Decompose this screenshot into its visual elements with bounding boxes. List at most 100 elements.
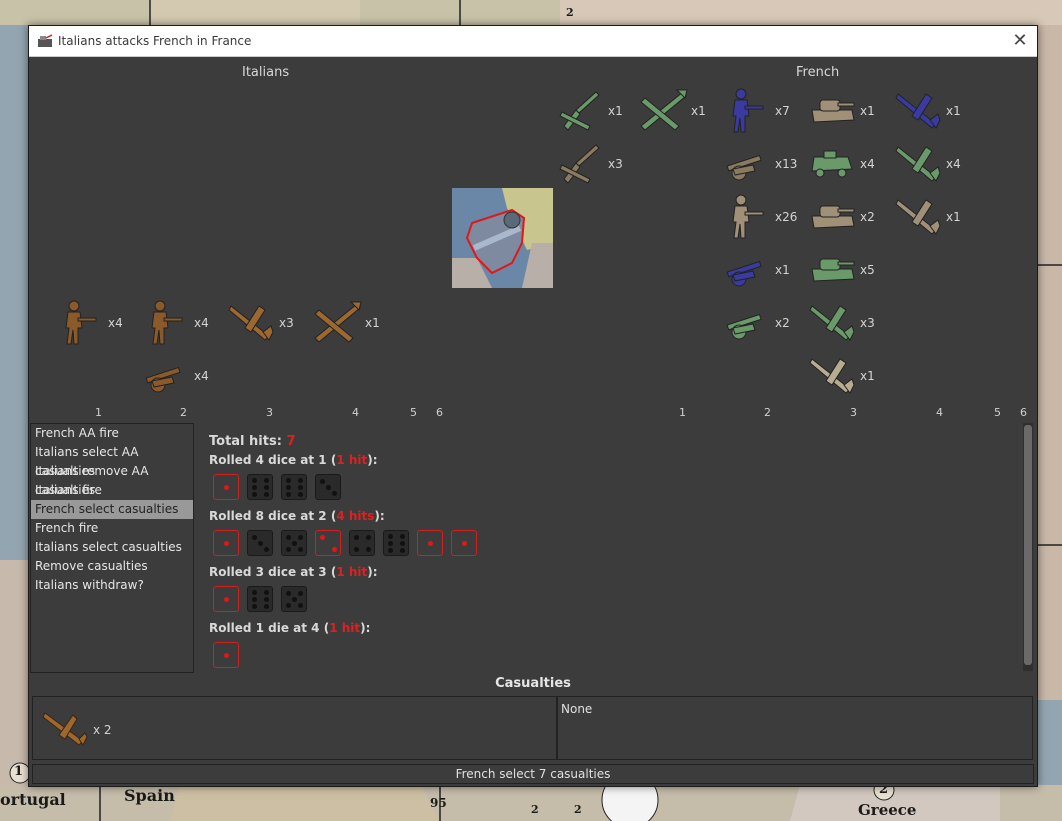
defender_units-unit: x1: [808, 351, 898, 401]
defender-casualties: None: [557, 696, 1033, 760]
die-pip: [252, 535, 257, 540]
unit-count: x1: [608, 104, 623, 118]
die-pip: [264, 485, 269, 490]
die-pip: [298, 492, 303, 497]
die-pip: [366, 535, 371, 540]
die-pip: [428, 541, 433, 546]
battle-steps-list[interactable]: French AA fire Italians select AA casualt…: [30, 423, 194, 673]
unit-count: x1: [946, 210, 961, 224]
die-pip: [286, 485, 291, 490]
step-item[interactable]: French AA fire: [31, 424, 193, 443]
die-pip: [224, 485, 229, 490]
unit-count: x5: [860, 263, 875, 277]
die-pip: [286, 478, 291, 483]
attacker-column-number: 6: [436, 406, 443, 419]
roll-prefix: Rolled 3 dice at 3 (: [209, 565, 337, 579]
die-miss: [281, 586, 307, 612]
artillery-icon: [726, 260, 762, 287]
italian-artillery-icon: [145, 366, 181, 393]
scroll-thumb[interactable]: [1024, 425, 1032, 665]
unit-count: x4: [194, 316, 209, 330]
map-label-spain-3: 2: [574, 803, 582, 816]
attacker-column-number: 4: [352, 406, 359, 419]
die-pip: [400, 534, 405, 539]
attacker_units-unit: x3: [227, 298, 317, 348]
italian-bomber-icon: [314, 301, 362, 343]
defender_units-unit: x1: [894, 192, 984, 242]
italian-infantry-icon: [65, 300, 97, 345]
fighter-icon: [895, 93, 941, 129]
die-miss: [247, 474, 273, 500]
map-label-portugal: ortugal: [0, 790, 66, 809]
roll-prefix: Rolled 1 die at 4 (: [209, 621, 330, 635]
die-pip: [292, 541, 297, 546]
defender_units-unit: x2: [808, 192, 898, 242]
step-item[interactable]: French select casualties: [31, 500, 193, 519]
defender_units-unit: x3: [808, 298, 898, 348]
die-pip: [354, 535, 359, 540]
roll-hits: 1 hit: [329, 621, 361, 635]
close-button[interactable]: ✕: [1009, 30, 1031, 52]
die-hit: [213, 474, 239, 500]
die-pip: [252, 590, 257, 595]
die-pip: [286, 492, 291, 497]
die-miss: [247, 586, 273, 612]
step-item[interactable]: French fire: [31, 519, 193, 538]
step-item[interactable]: Italians select AA casualties: [31, 443, 193, 478]
fighter-icon: [895, 146, 941, 182]
unit-count: x3: [279, 316, 294, 330]
unit-count: x13: [775, 157, 798, 171]
die-pip: [286, 535, 291, 540]
die-pip: [400, 541, 405, 546]
defender-column-number: 4: [936, 406, 943, 419]
die-pip: [264, 604, 269, 609]
die-miss: [349, 530, 375, 556]
defender_units-unit: x1: [894, 86, 984, 136]
die-hit: [213, 642, 239, 668]
die-miss: [281, 530, 307, 556]
defender_units-unit: x7: [723, 86, 813, 136]
die-hit: [213, 530, 239, 556]
italian-fighter-icon: [42, 712, 88, 746]
defender_units-unit: x4: [894, 139, 984, 189]
attacker-casualties: x 2: [32, 696, 557, 760]
unit-count: x3: [860, 316, 875, 330]
roll-prefix: Rolled 4 dice at 1 (: [209, 453, 337, 467]
roll-summary: Rolled 1 die at 4 (1 hit):: [209, 621, 370, 635]
map-label-95: 95: [430, 796, 447, 810]
unit-count: x7: [775, 104, 790, 118]
die-pip: [224, 597, 229, 602]
map-label-portugal-1: 1: [14, 764, 24, 779]
italian-infantry-icon: [151, 300, 183, 345]
defender_units-unit: x1: [556, 86, 646, 136]
dice-results-panel: Total hits: 7 Rolled 4 dice at 1 (1 hit):…: [197, 423, 1023, 671]
roll-summary: Rolled 4 dice at 1 (1 hit):: [209, 453, 378, 467]
casualty-count: x 2: [93, 723, 112, 737]
die-pip: [298, 485, 303, 490]
attacker_units-unit: x4: [56, 298, 146, 348]
die-pip: [298, 591, 303, 596]
step-item[interactable]: Remove casualties: [31, 557, 193, 576]
step-item[interactable]: Italians remove AA casualties: [31, 462, 193, 497]
title-bar[interactable]: Italians attacks French in France ✕: [29, 26, 1037, 57]
dice-scrollbar[interactable]: [1023, 423, 1033, 671]
die-pip: [462, 541, 467, 546]
die-pip: [224, 541, 229, 546]
status-bar: French select 7 casualties: [32, 764, 1034, 784]
defender-casualties-none: None: [561, 702, 593, 716]
roll-hits: 1 hit: [336, 565, 368, 579]
fighter-icon: [809, 305, 855, 341]
defender-column-number: 3: [850, 406, 857, 419]
die-pip: [320, 479, 325, 484]
attacker-column-number: 5: [410, 406, 417, 419]
die-pip: [224, 653, 229, 658]
step-item[interactable]: Italians fire: [31, 481, 193, 500]
roll-suffix: ):: [374, 509, 385, 523]
map-label-spain: Spain: [124, 786, 175, 805]
defender-column-number: 5: [994, 406, 1001, 419]
step-item[interactable]: Italians select casualties: [31, 538, 193, 557]
die-pip: [298, 535, 303, 540]
die-pip: [332, 547, 337, 552]
step-item[interactable]: Italians withdraw?: [31, 576, 193, 595]
die-pip: [320, 535, 325, 540]
